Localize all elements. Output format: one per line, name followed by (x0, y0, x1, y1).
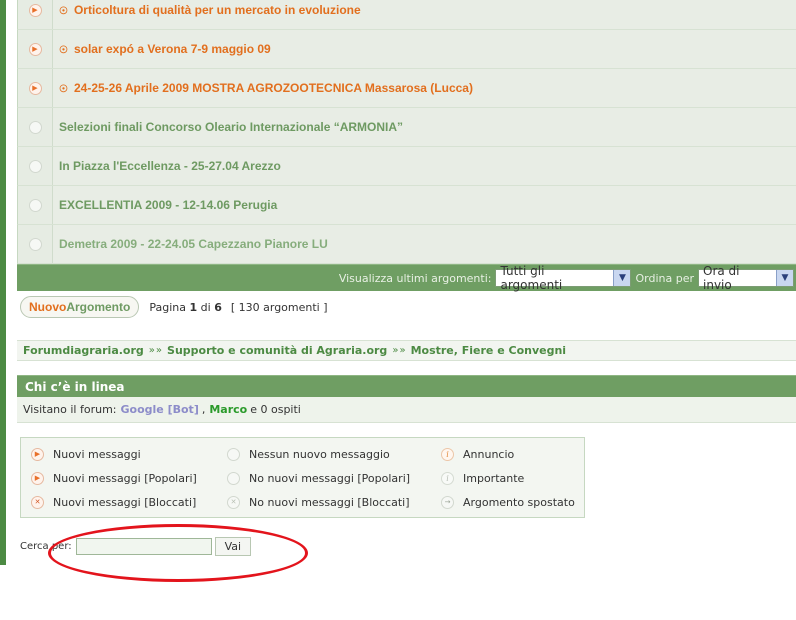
sort-by-select[interactable]: Ora di invio ▼ (698, 264, 794, 292)
new-posts-icon: ▶ (28, 42, 42, 56)
no-new-posts-icon (227, 448, 240, 461)
show-topics-value: Tutti gli argomenti (500, 264, 563, 292)
breadcrumb-separator: » (392, 345, 399, 356)
new-posts-icon: ▶ (28, 81, 42, 95)
page-label: Pagina (149, 300, 186, 314)
left-border (0, 0, 6, 565)
search-go-button[interactable]: Vai (214, 537, 252, 556)
chevron-down-icon[interactable]: ▼ (776, 270, 793, 286)
legend-item: i Importante (441, 472, 524, 485)
breadcrumb-forum[interactable]: Mostre, Fiere e Convegni (411, 344, 567, 357)
breadcrumb-separator: » (155, 345, 163, 356)
topic-title[interactable]: 24-25-26 Aprile 2009 MOSTRA AGROZOOTECNI… (74, 81, 473, 95)
topic-row[interactable]: ▶ ☉ solar expó a Verona 7-9 maggio 09 (17, 30, 796, 69)
breadcrumb-separator: » (399, 345, 406, 356)
legend-item: ✕ Nuovi messaggi [Bloccati] (31, 496, 196, 509)
topic-row[interactable]: Selezioni finali Concorso Oleario Intern… (17, 108, 796, 147)
topic-title[interactable]: solar expó a Verona 7-9 maggio 09 (74, 42, 271, 56)
legend-item: ✕ No nuovi messaggi [Bloccati] (227, 496, 410, 509)
show-topics-label: Visualizza ultimi argomenti: (338, 271, 492, 285)
sort-by-label: Ordina per (635, 271, 694, 285)
no-new-posts-icon (28, 120, 42, 134)
online-user-google-bot[interactable]: Google [Bot] (121, 403, 199, 416)
icon-legend: ▶ Nuovi messaggi Nessun nuovo messaggio … (20, 437, 585, 518)
topic-row[interactable]: ▶ ☉ 24-25-26 Aprile 2009 MOSTRA AGROZOOTE… (17, 69, 796, 108)
chevron-down-icon[interactable]: ▼ (613, 270, 631, 286)
search-input[interactable] (75, 538, 212, 555)
breadcrumb-separator: » (148, 345, 155, 356)
legend-item: i Annuncio (441, 448, 514, 461)
online-user-marco[interactable]: Marco (209, 403, 247, 416)
breadcrumb-home[interactable]: Forumdiagraria.org (23, 344, 144, 357)
online-suffix: e 0 ospiti (250, 403, 301, 416)
no-new-posts-icon (28, 237, 42, 251)
topic-title[interactable]: Demetra 2009 - 22-24.05 Capezzano Pianor… (53, 237, 328, 251)
show-topics-select[interactable]: Tutti gli argomenti ▼ (495, 264, 632, 292)
topic-count: [ 130 argomenti ] (230, 300, 328, 314)
search-form: Cerca per: Vai (20, 537, 252, 556)
legend-item: Nessun nuovo messaggio (227, 448, 390, 461)
hot-new-posts-icon: ▶ (31, 472, 44, 485)
topic-title[interactable]: EXCELLENTIA 2009 - 12-14.06 Perugia (53, 198, 277, 212)
pagination-bar: Nuovo Argomento Pagina 1 di 6 [ 130 argo… (20, 296, 328, 318)
total-pages[interactable]: 6 (214, 301, 222, 314)
new-posts-icon: ▶ (28, 3, 42, 17)
topic-list: ▶ ☉ Orticoltura di qualità per un mercato… (17, 0, 796, 292)
no-new-posts-icon (28, 198, 42, 212)
topic-row[interactable]: ▶ ☉ Orticoltura di qualità per un mercato… (17, 0, 796, 30)
page-of: di (200, 300, 211, 314)
important-icon: i (441, 472, 454, 485)
announcement-icon: i (441, 448, 454, 461)
topic-row[interactable]: Demetra 2009 - 22-24.05 Capezzano Pianor… (17, 225, 796, 264)
new-topic-button[interactable]: Nuovo Argomento (20, 296, 140, 318)
new-posts-icon: ▶ (31, 448, 44, 461)
locked-new-posts-icon: ✕ (31, 496, 44, 509)
current-page: 1 (189, 300, 198, 314)
hot-no-new-posts-icon (227, 472, 240, 485)
topic-title[interactable]: Selezioni finali Concorso Oleario Intern… (53, 120, 403, 134)
sticky-icon: ☉ (59, 84, 68, 95)
sort-by-value: Ora di invio (703, 264, 740, 292)
legend-item: → Argomento spostato (441, 496, 575, 509)
legend-item: No nuovi messaggi [Popolari] (227, 472, 410, 485)
legend-item: ▶ Nuovi messaggi (31, 448, 141, 461)
breadcrumb: Forumdiagraria.org » » Supporto e comuni… (17, 340, 796, 361)
sticky-icon: ☉ (59, 45, 68, 56)
legend-item: ▶ Nuovi messaggi [Popolari] (31, 472, 197, 485)
online-prefix: Visitano il forum: (23, 403, 117, 416)
who-is-online-heading: Chi c’è in linea (17, 375, 796, 397)
topic-filter-bar: Visualizza ultimi argomenti: Tutti gli a… (17, 264, 796, 292)
topic-title[interactable]: In Piazza l'Eccellenza - 25-27.04 Arezzo (53, 159, 281, 173)
search-label: Cerca per: (20, 541, 72, 552)
topic-title[interactable]: Orticoltura di qualità per un mercato in… (74, 3, 361, 17)
locked-no-new-posts-icon: ✕ (227, 496, 240, 509)
breadcrumb-category[interactable]: Supporto e comunità di Agraria.org (167, 344, 387, 357)
moved-topic-icon: → (441, 496, 454, 509)
topic-row[interactable]: EXCELLENTIA 2009 - 12-14.06 Perugia (17, 186, 796, 225)
no-new-posts-icon (28, 159, 42, 173)
topic-row[interactable]: In Piazza l'Eccellenza - 25-27.04 Arezzo (17, 147, 796, 186)
sticky-icon: ☉ (59, 6, 68, 17)
who-is-online-body: Visitano il forum: Google [Bot], Marco e… (17, 397, 796, 423)
